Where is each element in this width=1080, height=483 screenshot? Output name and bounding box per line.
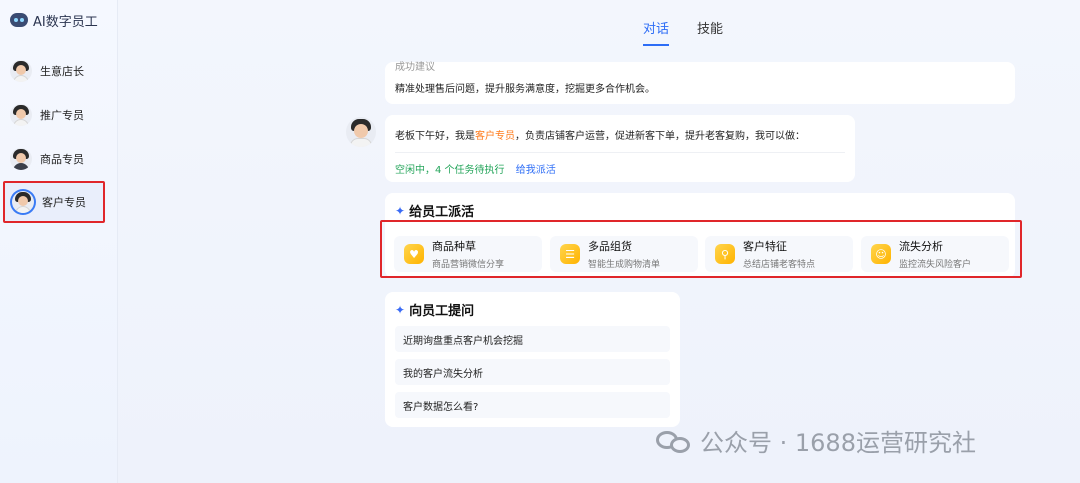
question-item[interactable]: 我的客户流失分析	[395, 359, 670, 385]
ask-title: ✦ 向员工提问	[395, 300, 475, 320]
greeting-prefix: 老板下午好，我是	[395, 131, 475, 142]
sidebar-item-product[interactable]: 商品专员	[10, 144, 110, 174]
question-item[interactable]: 近期询盘重点客户机会挖掘	[395, 326, 670, 352]
ask-card: ✦ 向员工提问 近期询盘重点客户机会挖掘 我的客户流失分析 客户数据怎么看?	[385, 292, 680, 427]
avatar-icon	[10, 148, 32, 170]
sparkle-icon: ✦	[395, 203, 406, 218]
dispatch-title-text: 给员工派活	[409, 205, 475, 220]
agent-name: 客户专员	[475, 131, 515, 142]
avatar-icon	[10, 60, 32, 82]
tab-chat[interactable]: 对话	[643, 18, 670, 46]
wechat-icon	[654, 425, 694, 457]
agent-greeting: 老板下午好，我是客户专员，负责店铺客户运营，促进新客下单，提升老客复购，我可以做…	[395, 127, 805, 142]
previous-message-card: 成功建议 精准处理售后问题，提升服务满意度，挖掘更多合作机会。	[385, 62, 1015, 104]
agent-status: 空闲中，4 个任务待执行 给我派活	[395, 161, 556, 176]
status-text: 空闲中，4 个任务待执行	[395, 165, 505, 176]
sparkle-icon: ✦	[395, 302, 406, 317]
watermark-text: 公众号 · 1688运营研究社	[700, 429, 976, 457]
robot-logo-icon	[10, 13, 28, 27]
dispatch-title: ✦ 给员工派活	[395, 201, 475, 221]
avatar-icon	[12, 191, 34, 213]
greeting-suffix: ，负责店铺客户运营，促进新客下单，提升老客复购，我可以做：	[515, 131, 805, 142]
tab-skills[interactable]: 技能	[697, 18, 723, 46]
tab-bar: 对话 技能	[643, 18, 723, 46]
sidebar-item-label: 推广专员	[40, 109, 84, 122]
sidebar: AI数字员工 生意店长 推广专员 商品专员 客户专员	[0, 0, 118, 483]
watermark: 公众号 · 1688运营研究社	[654, 423, 976, 458]
sidebar-item-label: 商品专员	[40, 153, 84, 166]
brand-title: AI数字员工	[33, 14, 98, 30]
sidebar-item-store-manager[interactable]: 生意店长	[10, 56, 110, 86]
sidebar-item-promotion[interactable]: 推广专员	[10, 100, 110, 130]
ask-title-text: 向员工提问	[409, 304, 475, 319]
clipped-text: 成功建议	[395, 62, 435, 73]
sidebar-item-customer[interactable]: 客户专员	[3, 181, 105, 223]
annotation-box	[380, 220, 1022, 278]
question-item[interactable]: 客户数据怎么看?	[395, 392, 670, 418]
brand: AI数字员工	[10, 10, 98, 30]
sidebar-item-label: 客户专员	[42, 196, 86, 209]
dispatch-link[interactable]: 给我派活	[516, 165, 556, 176]
divider	[395, 152, 845, 153]
agent-avatar-icon	[346, 117, 376, 147]
agent-message-card: 老板下午好，我是客户专员，负责店铺客户运营，促进新客下单，提升老客复购，我可以做…	[385, 115, 855, 182]
sidebar-item-label: 生意店长	[40, 65, 84, 78]
previous-message-text: 精准处理售后问题，提升服务满意度，挖掘更多合作机会。	[395, 84, 655, 95]
avatar-icon	[10, 104, 32, 126]
